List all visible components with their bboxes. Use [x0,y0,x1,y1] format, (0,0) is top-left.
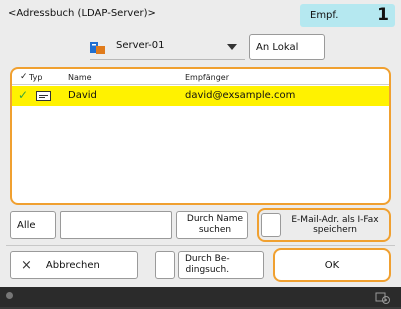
checkmark-header-icon: ✓ [20,72,28,82]
column-header-recipient: Empfänger [185,73,230,82]
cancel-button[interactable]: × Abbrechen [10,251,138,279]
search-input[interactable] [60,211,172,239]
condition-search-checkbox[interactable] [155,251,175,279]
server-select[interactable]: Server-01 [90,34,245,60]
status-dot-icon [6,292,13,299]
table-row[interactable]: ✓ David david@exsample.com [12,86,389,106]
divider [6,245,395,246]
server-select-value: Server-01 [116,40,165,51]
recipient-counter-label: Empf. [310,10,339,21]
addressbook-screen: <Adressbuch (LDAP-Server)> Empf. 1 Serve… [0,0,401,287]
condition-search-button[interactable]: Durch Be- dingsuch. [178,251,264,279]
ok-button[interactable]: OK [273,248,391,282]
list-header: ✓ Typ Name Empfänger [12,69,389,85]
save-ifax-checkbox[interactable] [261,213,281,237]
status-bar [0,287,401,307]
address-card-icon [36,91,51,101]
checkmark-icon: ✓ [18,88,29,102]
recipient-counter-value: 1 [377,5,389,25]
save-ifax-button[interactable]: E-Mail-Adr. als I-Fax speichern [285,212,385,238]
row-recipient: david@exsample.com [185,90,296,101]
search-by-name-button[interactable]: Durch Name suchen [176,211,248,239]
settings-icon[interactable] [375,290,391,304]
server-icon [90,39,106,54]
all-button[interactable]: Alle [10,211,56,239]
address-list[interactable]: ✓ Typ Name Empfänger ✓ David david@exsam… [10,67,391,205]
row-name: David [68,90,97,101]
page-title: <Adressbuch (LDAP-Server)> [8,8,156,19]
recipient-counter[interactable]: Empf. 1 [300,4,395,27]
column-header-type: Typ [29,73,43,82]
chevron-down-icon [227,44,237,50]
close-icon: × [21,257,32,273]
to-local-button[interactable]: An Lokal [249,34,325,60]
cancel-button-label: Abbrechen [45,259,100,271]
column-header-name: Name [68,73,92,82]
save-ifax-group[interactable]: E-Mail-Adr. als I-Fax speichern [257,208,391,242]
